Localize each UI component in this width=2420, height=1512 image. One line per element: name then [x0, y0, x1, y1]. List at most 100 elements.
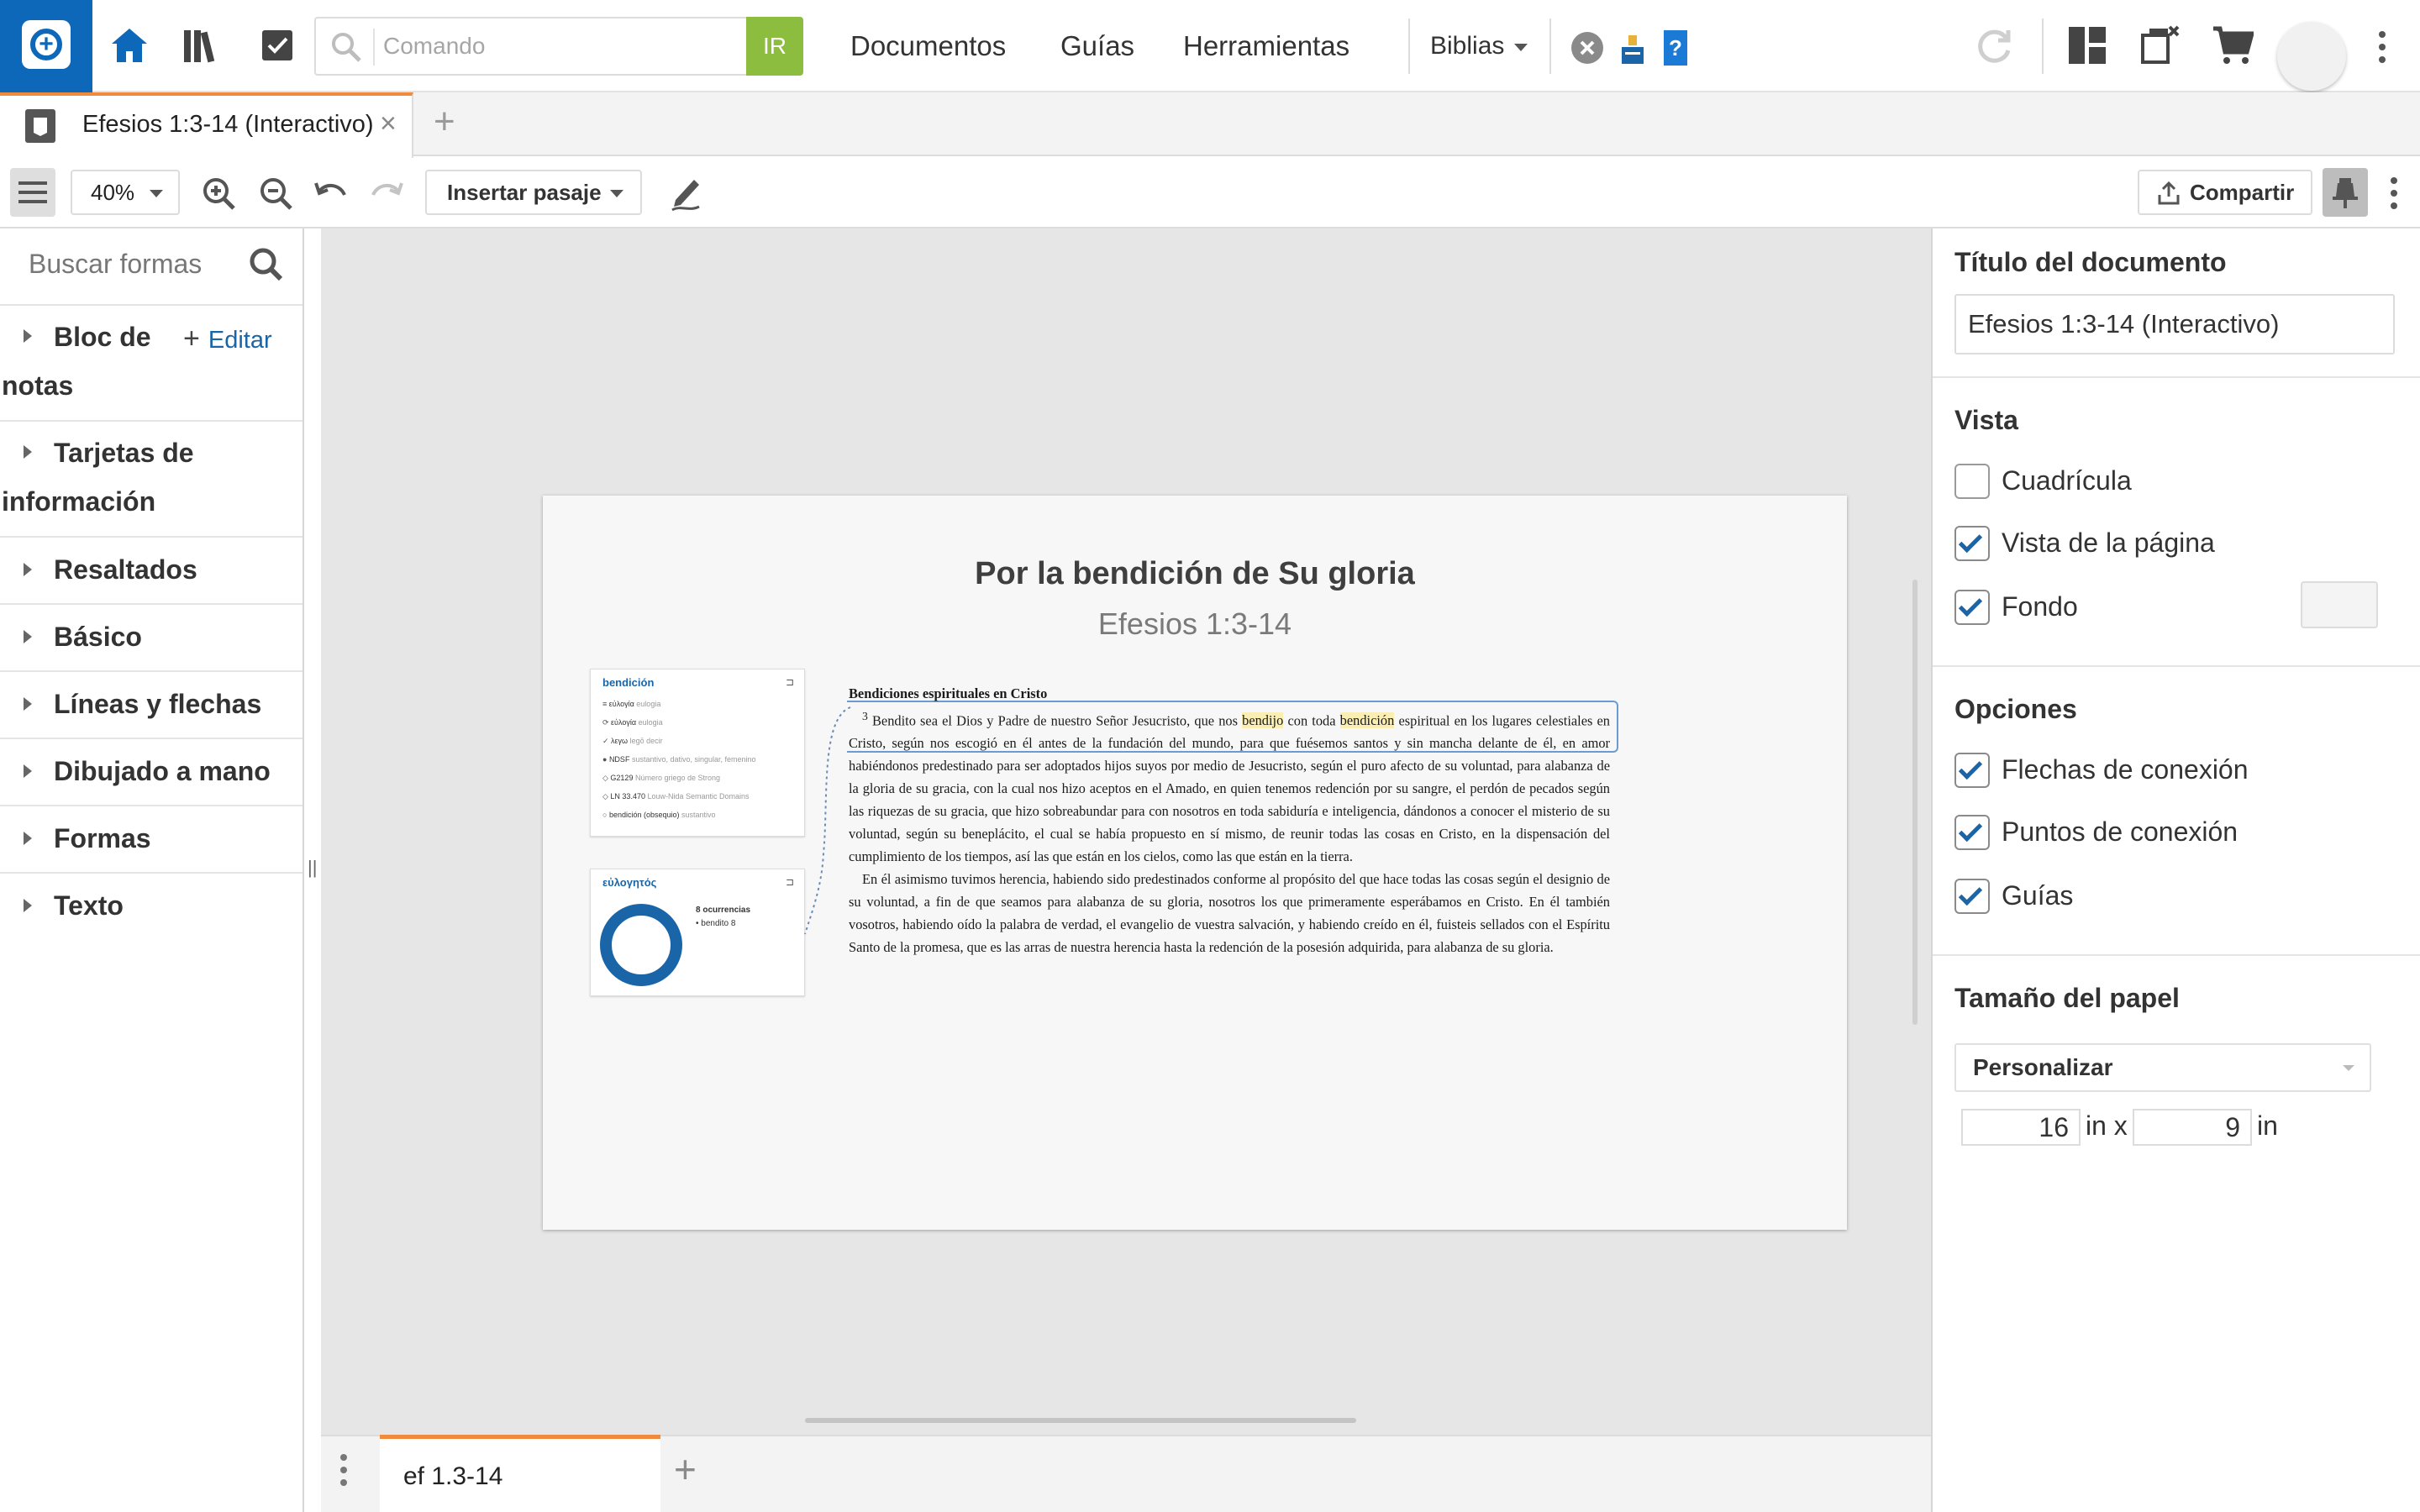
card-row: ✓ λεγω legō decir	[602, 737, 663, 745]
section-label: Texto	[54, 890, 124, 921]
more-vertical-icon	[2379, 31, 2386, 63]
undo-button[interactable]	[314, 180, 348, 209]
zoom-in-button[interactable]	[202, 176, 237, 216]
background-color-swatch[interactable]	[2301, 581, 2378, 628]
layouts-button[interactable]	[2069, 27, 2106, 68]
nav-documentos[interactable]: Documentos	[850, 25, 1006, 67]
nav-herramientas[interactable]: Herramientas	[1183, 25, 1349, 67]
home-button[interactable]	[104, 20, 155, 71]
expand-triangle-icon	[24, 445, 32, 459]
tab-document[interactable]: Efesios 1:3-14 (Interactivo) ×	[0, 92, 413, 158]
donut-chart	[600, 904, 682, 986]
connection-arrows-checkbox[interactable]	[1954, 753, 1990, 788]
redo-button[interactable]	[370, 180, 403, 209]
nav-guias[interactable]: Guías	[1060, 25, 1134, 67]
share-icon	[2158, 181, 2180, 205]
section-info-cards[interactable]: Tarjetas de información	[0, 422, 302, 538]
section-text[interactable]: Texto	[0, 874, 302, 941]
hamburger-icon	[18, 181, 47, 203]
pin-panel-button[interactable]	[2323, 168, 2368, 217]
cart-button[interactable]	[2212, 25, 2255, 70]
doc-title-heading: Título del documento	[1954, 247, 2227, 277]
paper-width-input[interactable]: 16	[1961, 1109, 2081, 1146]
vista-heading: Vista	[1954, 405, 2018, 435]
doc-title-input[interactable]	[1954, 294, 2395, 354]
insert-passage-dropdown[interactable]: Insertar pasaje	[425, 170, 642, 215]
pin-icon	[2333, 178, 2358, 208]
panel-menu-button[interactable]	[10, 168, 55, 217]
chevron-down-icon	[1514, 44, 1528, 51]
command-input[interactable]	[383, 25, 736, 67]
expand-triangle-icon	[24, 697, 32, 711]
divider	[1408, 18, 1410, 74]
more-vertical-icon	[340, 1454, 347, 1486]
background-label: Fondo	[2002, 591, 2078, 622]
search-shapes-input[interactable]: Buscar formas	[29, 249, 202, 280]
draw-button[interactable]	[669, 175, 702, 216]
close-circle-button[interactable]	[1571, 32, 1603, 64]
bookmark-icon: ⊐	[785, 876, 794, 888]
avatar[interactable]	[2277, 22, 2346, 91]
expand-triangle-icon	[24, 563, 32, 576]
page-tab-label: ef 1.3-14	[403, 1462, 503, 1490]
search-shapes-button[interactable]	[249, 247, 284, 286]
connection-line	[804, 706, 851, 935]
width-unit-label: in x	[2086, 1110, 2128, 1141]
document-subtitle[interactable]: Efesios 1:3-14	[543, 606, 1847, 642]
horizontal-scrollbar[interactable]	[805, 1418, 1356, 1423]
add-page-button[interactable]: +	[674, 1446, 697, 1492]
zoom-dropdown[interactable]: 40%	[71, 170, 180, 215]
edit-notes-button[interactable]: + Editar	[183, 323, 272, 355]
toolbar-more-button[interactable]	[2390, 176, 2398, 214]
page-tab[interactable]: ef 1.3-14	[380, 1435, 660, 1512]
close-panels-button[interactable]	[2139, 25, 2180, 70]
close-tab-icon[interactable]: ×	[380, 108, 397, 140]
page-view-label: Vista de la página	[2002, 528, 2215, 558]
insert-passage-label: Insertar pasaje	[447, 179, 602, 205]
documents-button[interactable]	[252, 20, 302, 71]
add-tab-button[interactable]: +	[434, 101, 455, 143]
app-logo-button[interactable]: +	[0, 0, 92, 92]
more-menu-button[interactable]	[2378, 30, 2386, 68]
word-info-card[interactable]: bendición ⊐ ≡ εὐλογία eulogia ⟳ εὐλογία …	[590, 669, 805, 837]
divider	[1933, 665, 2420, 667]
section-lines-arrows[interactable]: Líneas y flechas	[0, 672, 302, 739]
sync-button[interactable]	[1973, 25, 2015, 71]
paper-height-input[interactable]: 9	[2133, 1109, 2252, 1146]
biblias-label: Biblias	[1430, 32, 1505, 60]
paper-size-dropdown[interactable]: Personalizar	[1954, 1043, 2371, 1092]
section-label: Bloc de	[54, 322, 151, 352]
occurrences-summary: 8 ocurrencias • bendito 8	[696, 904, 750, 931]
biblias-dropdown[interactable]: Biblias	[1430, 25, 1528, 67]
expand-triangle-icon	[24, 832, 32, 845]
document-title[interactable]: Por la bendición de Su gloria	[543, 556, 1847, 592]
plus-icon: +	[183, 323, 200, 354]
passage-heading: Bendiciones espirituales en Cristo	[849, 685, 1048, 701]
vertical-scrollbar[interactable]	[1912, 580, 1918, 1025]
help-button[interactable]: ?	[1664, 30, 1687, 70]
share-button[interactable]: Compartir	[2138, 170, 2312, 215]
card-row: ◇ G2129 Número griego de Strong	[602, 774, 721, 782]
passage-text[interactable]: Bendiciones espirituales en Cristo 3 Ben…	[849, 682, 1610, 958]
page-view-checkbox[interactable]	[1954, 526, 1990, 561]
reading-plan-button[interactable]	[1620, 32, 1645, 70]
connection-points-checkbox[interactable]	[1954, 815, 1990, 850]
check-icon	[1958, 755, 1983, 780]
page-menu-button[interactable]	[339, 1453, 348, 1487]
section-shapes[interactable]: Formas	[0, 806, 302, 874]
section-basic[interactable]: Básico	[0, 605, 302, 672]
grid-checkbox[interactable]	[1954, 464, 1990, 499]
zoom-out-button[interactable]	[259, 176, 294, 216]
check-icon	[1958, 592, 1983, 617]
section-highlights[interactable]: Resaltados	[0, 538, 302, 605]
more-vertical-icon	[2391, 177, 2397, 209]
edit-label: Editar	[208, 327, 272, 354]
go-button[interactable]: IR	[746, 17, 803, 76]
guides-checkbox[interactable]	[1954, 879, 1990, 914]
reading-plan-icon	[1622, 35, 1644, 64]
layout-icon	[2069, 27, 2106, 64]
section-freehand[interactable]: Dibujado a mano	[0, 739, 302, 806]
library-button[interactable]	[178, 20, 229, 71]
panel-resize-handle[interactable]: ||	[308, 857, 317, 879]
background-checkbox[interactable]	[1954, 590, 1990, 625]
